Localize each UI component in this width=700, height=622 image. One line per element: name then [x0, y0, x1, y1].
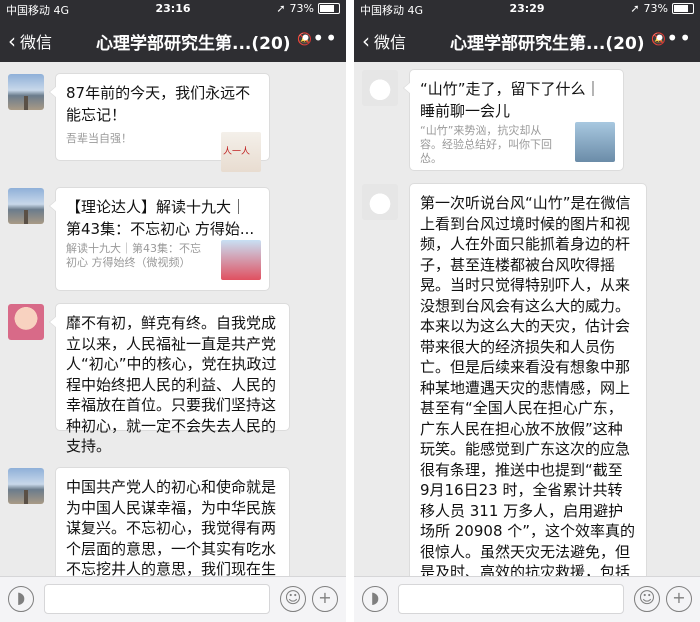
chat-header: ‹ 微信 心理学部研究生第...(20) 🔕 •••: [0, 18, 346, 62]
emoji-icon[interactable]: ☺: [280, 586, 306, 612]
location-icon: ➚: [276, 2, 286, 15]
back-label: 微信: [20, 33, 53, 52]
message-text: 中国共产党人的初心和使命就是为中国人民谋幸福，为中华民族谋复兴。不忘初心，我觉得…: [66, 478, 277, 576]
link-title: 【理论达人】解读十九大｜第43集：不忘初心 方得始...: [66, 198, 255, 238]
battery-icon: [318, 3, 340, 14]
input-bar: ◗ ☺ +: [0, 576, 346, 622]
status-bar: 中国移动 4G 23:16 ➚ 73%: [0, 0, 346, 18]
link-thumbnail: [221, 132, 261, 172]
message-list[interactable]: 87年前的今天，我们永远不能忘记！ 吾辈当自强！ 【理论达人】解读十九大｜第43…: [0, 62, 346, 576]
battery-percent: 73%: [289, 2, 314, 15]
link-desc: 解读十九大｜第43集：不忘初心 方得始终（微视频）: [66, 242, 201, 269]
plus-icon[interactable]: +: [312, 586, 338, 612]
left-phone-screen: 中国移动 4G 23:16 ➚ 73% ‹ 微信 心理学部研究生第...(20)…: [0, 0, 346, 622]
text-bubble[interactable]: 第一次听说台风“山竹”是在微信上看到台风过境时候的图片和视频，人在外面只能抓着身…: [409, 183, 647, 576]
back-label: 微信: [374, 33, 407, 52]
voice-icon[interactable]: ◗: [8, 586, 34, 612]
link-card[interactable]: 87年前的今天，我们永远不能忘记！ 吾辈当自强！: [49, 73, 270, 172]
plus-icon[interactable]: +: [666, 586, 692, 612]
back-chevron-icon: ‹: [362, 29, 370, 53]
more-icon[interactable]: •••: [654, 26, 692, 50]
link-desc: “山竹”来势汹，抗灾却从容。经验总结好，叫你下回怂。: [420, 124, 552, 165]
avatar[interactable]: [8, 468, 44, 504]
avatar[interactable]: [8, 74, 44, 110]
battery-icon: [672, 3, 694, 14]
emoji-icon[interactable]: ☺: [634, 586, 660, 612]
message-text: 第一次听说台风“山竹”是在微信上看到台风过境时候的图片和视频，人在外面只能抓着身…: [420, 194, 636, 576]
more-icon[interactable]: •••: [300, 26, 338, 50]
right-phone-screen: 中国移动 4G 23:29 ➚ 73% ‹ 微信 心理学部研究生第...(20)…: [354, 0, 700, 622]
status-bar: 中国移动 4G 23:29 ➚ 73%: [354, 0, 700, 18]
back-button[interactable]: ‹ 微信: [8, 29, 52, 53]
avatar[interactable]: [362, 70, 398, 106]
link-desc: 吾辈当自强！: [66, 132, 132, 145]
link-card[interactable]: “山竹”走了，留下了什么｜睡前聊一会儿 “山竹”来势汹，抗灾却从容。经验总结好，…: [403, 69, 624, 171]
avatar[interactable]: [362, 184, 398, 220]
message-list[interactable]: “山竹”走了，留下了什么｜睡前聊一会儿 “山竹”来势汹，抗灾却从容。经验总结好，…: [354, 62, 700, 576]
link-thumbnail: [221, 240, 261, 280]
link-title: “山竹”走了，留下了什么｜睡前聊一会儿: [420, 80, 601, 120]
message-input[interactable]: [44, 584, 270, 614]
voice-icon[interactable]: ◗: [362, 586, 388, 612]
chat-header: ‹ 微信 心理学部研究生第...(20) 🔕 •••: [354, 18, 700, 62]
chat-title: 心理学部研究生第...(20): [450, 34, 645, 54]
text-bubble[interactable]: 靡不有初，鲜克有终。自我党成立以来，人民福祉一直是共产党人“初心”中的核心，党在…: [49, 303, 290, 455]
avatar[interactable]: [8, 304, 44, 340]
link-thumbnail: [575, 122, 615, 162]
text-bubble[interactable]: 中国共产党人的初心和使命就是为中国人民谋幸福，为中华民族谋复兴。不忘初心，我觉得…: [55, 467, 290, 576]
back-button[interactable]: ‹ 微信: [362, 29, 406, 53]
avatar[interactable]: [8, 188, 44, 224]
back-chevron-icon: ‹: [8, 29, 16, 53]
input-bar: ◗ ☺ +: [354, 576, 700, 622]
location-icon: ➚: [630, 2, 640, 15]
message-input[interactable]: [398, 584, 624, 614]
battery-percent: 73%: [643, 2, 668, 15]
message-text: 靡不有初，鲜克有终。自我党成立以来，人民福祉一直是共产党人“初心”中的核心，党在…: [66, 314, 277, 455]
link-title: 87年前的今天，我们永远不能忘记！: [66, 84, 251, 124]
chat-title: 心理学部研究生第...(20): [96, 34, 291, 54]
link-card[interactable]: 【理论达人】解读十九大｜第43集：不忘初心 方得始... 解读十九大｜第43集：…: [49, 187, 270, 291]
